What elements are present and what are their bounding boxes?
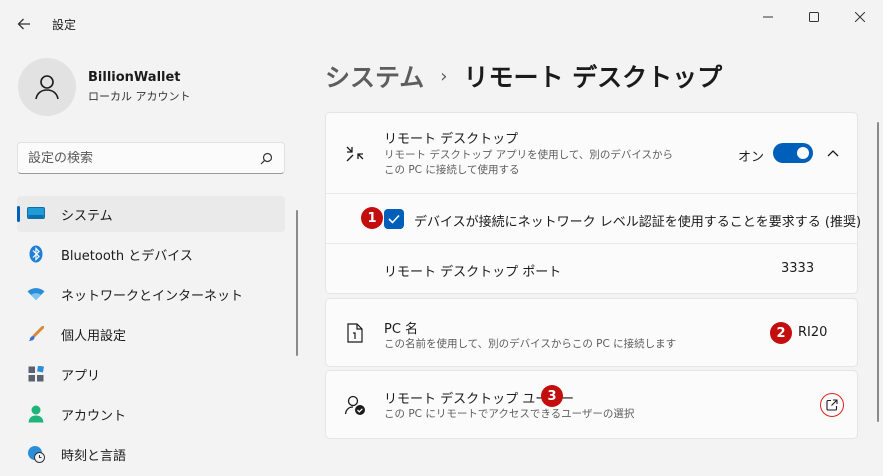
chevron-up-icon[interactable] bbox=[824, 144, 842, 162]
sidebar-item-network[interactable]: ネットワークとインターネット bbox=[17, 276, 285, 312]
remote-desktop-desc-1: リモート デスクトップ アプリを使用して、別のデバイスから bbox=[384, 149, 674, 161]
sidebar-item-apps[interactable]: アプリ bbox=[17, 356, 285, 392]
pc-name-value: RI20 bbox=[798, 325, 828, 340]
annotation-badge-2: 2 bbox=[770, 322, 792, 344]
avatar bbox=[18, 58, 76, 116]
search-box[interactable] bbox=[17, 142, 285, 174]
remote-desktop-title: リモート デスクトップ bbox=[384, 132, 519, 147]
remote-users-card[interactable]: リモート デスクトップ ユーザー 3 この PC にリモートでアクセスできるユー… bbox=[325, 370, 858, 439]
remote-desktop-header[interactable]: リモート デスクトップ リモート デスクトップ アプリを使用して、別のデバイスか… bbox=[326, 113, 857, 193]
user-profile[interactable]: BillionWallet ローカル アカウント bbox=[18, 58, 191, 116]
globe-clock-icon bbox=[27, 445, 45, 463]
apps-icon bbox=[27, 365, 45, 383]
checkmark-icon bbox=[388, 214, 400, 224]
sidebar-item-accounts[interactable]: アカウント bbox=[17, 396, 285, 432]
minimize-icon bbox=[763, 16, 773, 18]
pc-name-desc: この名前を使用して、別のデバイスからこの PC に接続します bbox=[384, 338, 677, 350]
port-row: リモート デスクトップ ポート 3333 bbox=[326, 243, 857, 293]
app-title: 設定 bbox=[52, 18, 77, 32]
breadcrumb-parent[interactable]: システム bbox=[325, 58, 424, 94]
breadcrumb-separator: › bbox=[440, 65, 448, 87]
arrow-left-icon bbox=[17, 18, 30, 30]
breadcrumb: システム › リモート デスクトップ bbox=[325, 58, 722, 94]
toggle-knob bbox=[797, 147, 809, 159]
wifi-icon bbox=[27, 285, 45, 303]
settings-window: 設定 BillionWallet ローカル アカウント 設定の検索 システム B… bbox=[0, 0, 883, 476]
maximize-icon bbox=[809, 12, 819, 22]
sidebar-item-label: アプリ bbox=[61, 368, 101, 384]
person-icon bbox=[27, 405, 45, 423]
toggle-state-label: オン bbox=[738, 150, 765, 165]
close-button[interactable] bbox=[837, 0, 883, 34]
remote-desktop-card: リモート デスクトップ リモート デスクトップ アプリを使用して、別のデバイスか… bbox=[325, 112, 861, 294]
back-button[interactable] bbox=[8, 8, 40, 40]
title-bar: 設定 bbox=[0, 0, 883, 40]
sidebar-item-label: 個人用設定 bbox=[61, 328, 127, 344]
nla-checkbox[interactable] bbox=[384, 209, 404, 229]
sidebar-item-bluetooth[interactable]: Bluetooth とデバイス bbox=[17, 236, 285, 272]
sidebar-item-personalization[interactable]: 個人用設定 bbox=[17, 316, 285, 352]
port-label: リモート デスクトップ ポート bbox=[384, 265, 562, 280]
remote-desktop-icon bbox=[344, 142, 366, 164]
minimize-button[interactable] bbox=[745, 0, 791, 34]
page-title: リモート デスクトップ bbox=[463, 63, 723, 92]
remote-desktop-desc-2: この PC に接続して使用する bbox=[384, 164, 520, 176]
search-input[interactable] bbox=[28, 150, 258, 166]
monitor-icon bbox=[27, 205, 45, 223]
nla-label[interactable]: デバイスが接続にネットワーク レベル認証を使用することを要求する (推奨) bbox=[414, 211, 861, 230]
remote-desktop-toggle[interactable] bbox=[773, 143, 813, 163]
open-external-icon[interactable] bbox=[820, 393, 844, 417]
sidebar-item-label: アカウント bbox=[61, 408, 127, 424]
maximize-button[interactable] bbox=[791, 0, 837, 34]
profile-text: BillionWallet ローカル アカウント bbox=[88, 70, 191, 104]
remote-users-desc: この PC にリモートでアクセスできるユーザーの選択 bbox=[384, 408, 635, 420]
profile-account-type: ローカル アカウント bbox=[88, 90, 191, 103]
port-value: 3333 bbox=[781, 261, 815, 276]
main-scrollbar[interactable] bbox=[877, 122, 879, 422]
sidebar-item-system[interactable]: システム bbox=[17, 196, 285, 232]
annotation-badge-1: 1 bbox=[361, 207, 383, 229]
sidebar-scrollbar[interactable] bbox=[296, 210, 298, 356]
pc-info-icon bbox=[344, 322, 366, 344]
annotation-badge-3: 3 bbox=[541, 385, 563, 407]
person-icon bbox=[35, 75, 59, 100]
pc-name-card: PC 名 この名前を使用して、別のデバイスからこの PC に接続します 2 RI… bbox=[325, 298, 858, 367]
sidebar-item-label: Bluetooth とデバイス bbox=[61, 248, 193, 264]
nla-row: 1 デバイスが接続にネットワーク レベル認証を使用することを要求する (推奨) bbox=[326, 193, 861, 243]
pc-name-title: PC 名 bbox=[384, 322, 419, 337]
sidebar-item-label: システム bbox=[61, 208, 113, 224]
close-icon bbox=[855, 12, 865, 22]
sidebar-item-time-language[interactable]: 時刻と言語 bbox=[17, 436, 285, 472]
user-check-icon bbox=[344, 394, 366, 416]
brush-icon bbox=[27, 325, 45, 343]
sidebar-item-label: ネットワークとインターネット bbox=[61, 288, 244, 304]
profile-name: BillionWallet bbox=[88, 70, 181, 85]
sidebar-item-label: 時刻と言語 bbox=[61, 448, 127, 464]
bluetooth-icon bbox=[27, 245, 45, 263]
search-icon[interactable] bbox=[258, 150, 274, 166]
sidebar-nav: システム Bluetooth とデバイス ネットワークとインターネット 個人用設… bbox=[17, 196, 285, 476]
